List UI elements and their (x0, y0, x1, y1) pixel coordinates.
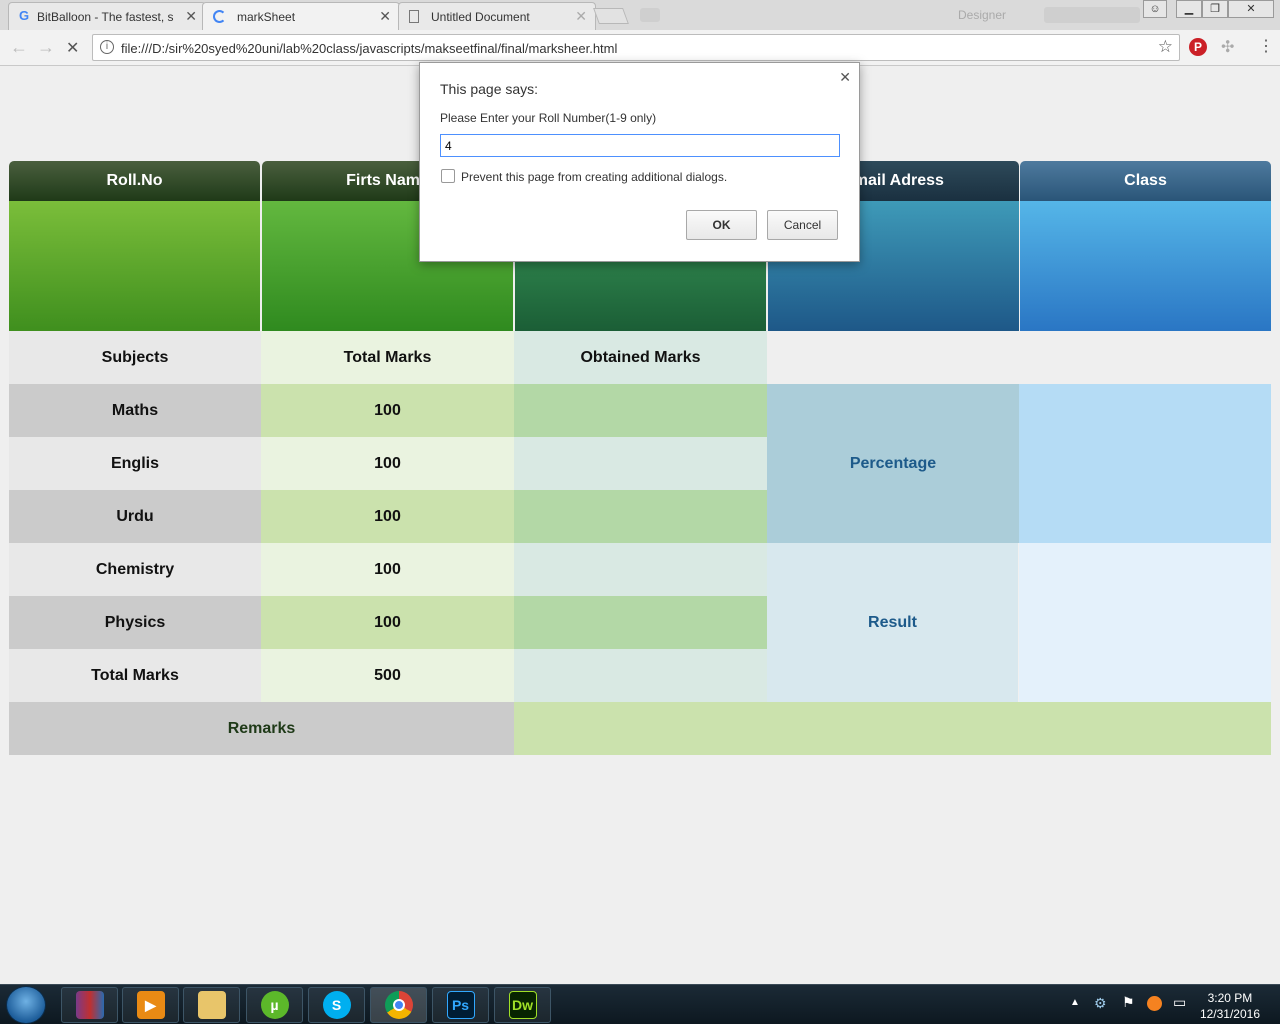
clock-date: 12/31/2016 (1199, 1007, 1260, 1021)
roll-number-input[interactable] (440, 134, 840, 157)
google-icon: G (19, 8, 30, 23)
close-icon[interactable]: ✕ (379, 8, 391, 25)
network-tray-icon[interactable]: ⚙ (1094, 995, 1107, 1012)
prevent-dialogs-label[interactable]: Prevent this page from creating addition… (461, 170, 727, 184)
document-icon (409, 10, 419, 23)
tab-title: markSheet (237, 10, 296, 24)
subjects-header: Subjects (9, 331, 261, 384)
stop-icon[interactable]: ✕ (66, 38, 79, 58)
total-marks-cell: 100 (261, 490, 514, 543)
obtained-marks-cell (514, 596, 767, 649)
obtained-marks-header: Obtained Marks (514, 331, 767, 384)
tab-title: Untitled Document (431, 10, 530, 24)
url-text[interactable]: file:///D:/sir%20syed%20uni/lab%20class/… (121, 41, 617, 56)
close-window-button[interactable]: ✕ (1228, 0, 1274, 18)
action-center-icon[interactable]: ⚑ (1122, 994, 1135, 1011)
forward-arrow-icon[interactable]: → (37, 37, 55, 58)
dialog-title: This page says: (440, 81, 539, 97)
skype-icon[interactable]: S (308, 987, 365, 1023)
tab-marksheet[interactable]: markSheet ✕ (202, 2, 400, 30)
total-marks-header: Total Marks (261, 331, 514, 384)
user-icon[interactable]: ☺ (1143, 0, 1167, 18)
blurred-region (1044, 7, 1140, 23)
tab-strip: G BitBalloon - The fastest, s ✕ markShee… (0, 0, 1280, 30)
browser-toolbar: ← → ✕ i file:///D:/sir%20syed%20uni/lab%… (0, 30, 1280, 66)
obtained-marks-cell (514, 490, 767, 543)
cancel-button[interactable]: Cancel (767, 210, 838, 240)
total-marks-cell: 500 (261, 649, 514, 702)
display-icon[interactable]: ▭ (1173, 994, 1186, 1011)
total-marks-cell: 100 (261, 384, 514, 437)
star-icon[interactable]: ☆ (1158, 37, 1173, 57)
new-tab-button[interactable] (593, 8, 629, 24)
dialog-message: Please Enter your Roll Number(1-9 only) (440, 111, 657, 125)
percentage-label: Percentage (767, 384, 1019, 543)
tab-bitballoon[interactable]: G BitBalloon - The fastest, s ✕ (8, 2, 206, 30)
remarks-label: Remarks (9, 702, 514, 755)
tab-title: BitBalloon - The fastest, s (37, 10, 174, 24)
obtained-marks-cell (514, 384, 767, 437)
info-icon[interactable]: i (100, 40, 114, 54)
taskbar: ▶ µ S Ps Dw ▲ ⚙ ⚑ ▭ 3:20 PM 12/31/2016 (0, 984, 1280, 1024)
subject-chemistry: Chemistry (9, 543, 261, 596)
class-value (1020, 201, 1271, 331)
prevent-dialogs-checkbox[interactable] (441, 169, 455, 183)
file-explorer-icon[interactable] (183, 987, 240, 1023)
winrar-icon[interactable] (61, 987, 118, 1023)
extension-icon[interactable]: ✣ (1221, 37, 1234, 57)
close-icon[interactable]: ✕ (839, 69, 851, 86)
dreamweaver-label: Dw (508, 991, 537, 1019)
close-icon[interactable]: ✕ (185, 8, 197, 25)
blurred-region (640, 8, 660, 22)
subject-maths: Maths (9, 384, 261, 437)
profile-name[interactable]: Designer (958, 8, 1006, 22)
tab-untitled[interactable]: Untitled Document ✕ (398, 2, 596, 30)
minimize-button[interactable]: ▁ (1176, 0, 1202, 18)
subject-physics: Physics (9, 596, 261, 649)
chrome-icon[interactable] (370, 987, 427, 1023)
total-marks-cell: 100 (261, 437, 514, 490)
total-marks-cell: 100 (261, 596, 514, 649)
result-label: Result (767, 543, 1019, 702)
header-class: Class (1020, 161, 1271, 201)
dreamweaver-icon[interactable]: Dw (494, 987, 551, 1023)
media-player-icon[interactable]: ▶ (122, 987, 179, 1023)
obtained-marks-cell (514, 543, 767, 596)
result-value (1019, 543, 1271, 702)
total-marks-cell: 100 (261, 543, 514, 596)
percentage-value (1019, 384, 1271, 543)
menu-icon[interactable]: ⋮ (1258, 36, 1274, 56)
prompt-dialog: This page says: ✕ Please Enter your Roll… (419, 62, 860, 262)
show-hidden-icons-icon[interactable]: ▲ (1070, 997, 1080, 1008)
close-icon[interactable]: ✕ (575, 8, 587, 25)
subject-english: Englis (9, 437, 261, 490)
photoshop-icon[interactable]: Ps (432, 987, 489, 1023)
obtained-marks-cell (514, 437, 767, 490)
obtained-total-cell (514, 649, 767, 702)
back-arrow-icon[interactable]: ← (10, 37, 28, 58)
ok-button[interactable]: OK (686, 210, 757, 240)
address-bar[interactable]: i file:///D:/sir%20syed%20uni/lab%20clas… (92, 34, 1180, 61)
maximize-button[interactable]: ❐ (1202, 0, 1228, 18)
total-marks-label: Total Marks (9, 649, 261, 702)
roll-no-value (9, 201, 260, 331)
remarks-value (514, 702, 1271, 755)
clock-time: 3:20 PM (1207, 991, 1253, 1005)
header-roll-no: Roll.No (9, 161, 260, 201)
avast-icon[interactable] (1147, 996, 1162, 1011)
photoshop-label: Ps (446, 991, 475, 1019)
start-button[interactable] (6, 986, 46, 1024)
subject-urdu: Urdu (9, 490, 261, 543)
loading-icon (213, 10, 226, 23)
pinterest-icon[interactable]: P (1189, 38, 1207, 56)
system-clock[interactable]: 3:20 PM 12/31/2016 (1200, 990, 1260, 1022)
utorrent-icon[interactable]: µ (246, 987, 303, 1023)
